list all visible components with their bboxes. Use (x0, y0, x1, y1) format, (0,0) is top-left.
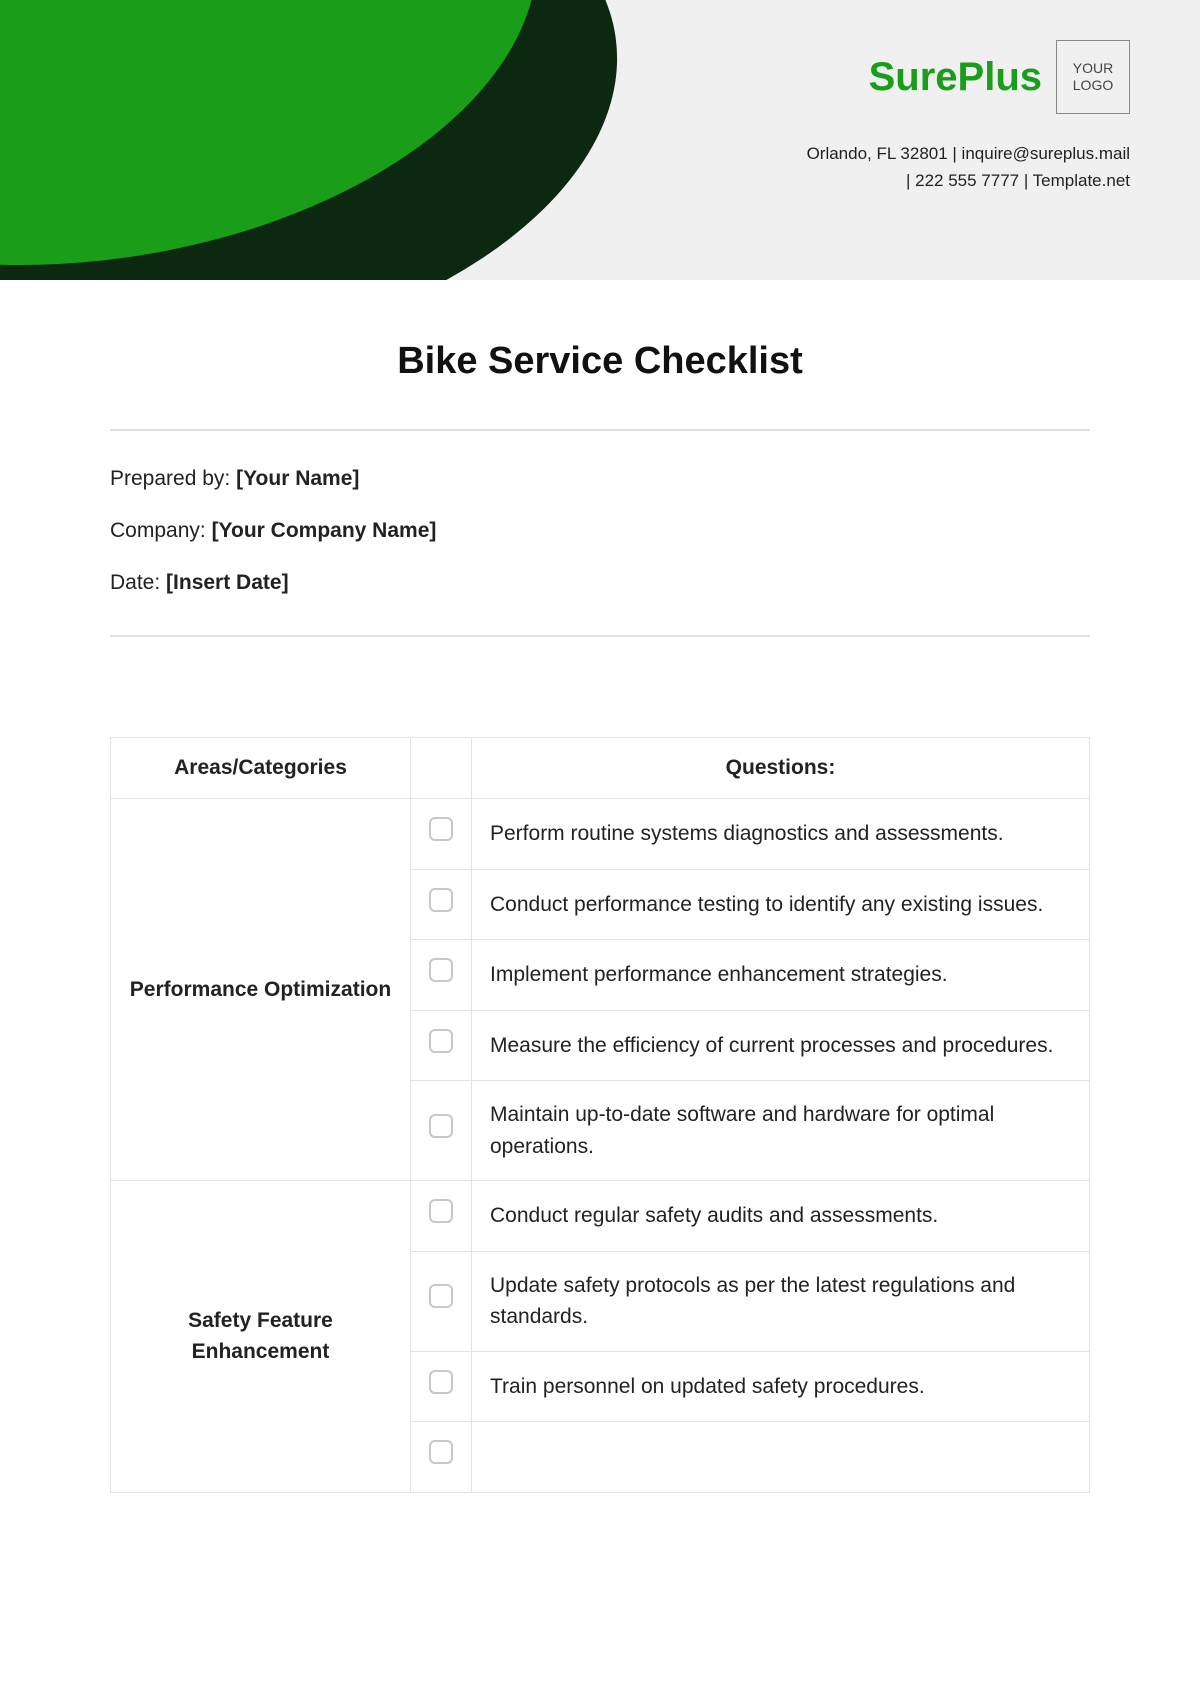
table-row: Safety Feature EnhancementConduct regula… (111, 1181, 1090, 1252)
checkbox[interactable] (429, 1114, 453, 1138)
contact-line-2: | 222 555 7777 | Template.net (807, 167, 1130, 194)
meta-date: Date: [Insert Date] (110, 571, 1090, 595)
col-header-areas: Areas/Categories (111, 738, 411, 799)
question-cell: Conduct performance testing to identify … (472, 869, 1090, 940)
question-cell: Conduct regular safety audits and assess… (472, 1181, 1090, 1252)
checkbox-cell (411, 940, 472, 1011)
question-cell: Train personnel on updated safety proced… (472, 1351, 1090, 1422)
divider-bottom (110, 635, 1090, 637)
logo-placeholder: YOUR LOGO (1056, 40, 1130, 114)
checkbox[interactable] (429, 1284, 453, 1308)
category-cell: Safety Feature Enhancement (111, 1181, 411, 1493)
content-area: Bike Service Checklist Prepared by: [You… (0, 280, 1200, 1493)
checkbox[interactable] (429, 1370, 453, 1394)
checkbox[interactable] (429, 817, 453, 841)
checklist-table: Areas/Categories Questions: Performance … (110, 737, 1090, 1493)
brand-name: SurePlus (869, 55, 1042, 100)
checklist-table-wrap: Areas/Categories Questions: Performance … (110, 737, 1090, 1493)
meta-company: Company: [Your Company Name] (110, 519, 1090, 543)
meta-prepared-value[interactable]: [Your Name] (236, 467, 359, 490)
checkbox[interactable] (429, 1029, 453, 1053)
checkbox-cell (411, 869, 472, 940)
header-right: SurePlus YOUR LOGO Orlando, FL 32801 | i… (807, 40, 1130, 194)
page-title: Bike Service Checklist (110, 340, 1090, 383)
category-cell: Performance Optimization (111, 799, 411, 1181)
checkbox-cell (411, 1010, 472, 1081)
checkbox[interactable] (429, 1440, 453, 1464)
meta-date-value[interactable]: [Insert Date] (166, 571, 289, 594)
meta-block: Prepared by: [Your Name] Company: [Your … (110, 431, 1090, 635)
meta-prepared: Prepared by: [Your Name] (110, 467, 1090, 491)
meta-company-value[interactable]: [Your Company Name] (212, 519, 437, 542)
meta-company-label: Company: (110, 519, 206, 542)
checkbox[interactable] (429, 958, 453, 982)
question-cell: Maintain up-to-date software and hardwar… (472, 1081, 1090, 1181)
brand-row: SurePlus YOUR LOGO (807, 40, 1130, 114)
question-cell (472, 1422, 1090, 1493)
checkbox-cell (411, 1181, 472, 1252)
meta-prepared-label: Prepared by: (110, 467, 230, 490)
checkbox[interactable] (429, 888, 453, 912)
checkbox-cell (411, 1081, 472, 1181)
checkbox-cell (411, 1422, 472, 1493)
contact-line-1: Orlando, FL 32801 | inquire@sureplus.mai… (807, 140, 1130, 167)
table-row: Performance OptimizationPerform routine … (111, 799, 1090, 870)
header-band: SurePlus YOUR LOGO Orlando, FL 32801 | i… (0, 0, 1200, 280)
checkbox-cell (411, 1351, 472, 1422)
question-cell: Update safety protocols as per the lates… (472, 1251, 1090, 1351)
question-cell: Perform routine systems diagnostics and … (472, 799, 1090, 870)
question-cell: Measure the efficiency of current proces… (472, 1010, 1090, 1081)
col-header-check (411, 738, 472, 799)
checkbox-cell (411, 1251, 472, 1351)
question-cell: Implement performance enhancement strate… (472, 940, 1090, 1011)
col-header-questions: Questions: (472, 738, 1090, 799)
checkbox-cell (411, 799, 472, 870)
meta-date-label: Date: (110, 571, 160, 594)
checkbox[interactable] (429, 1199, 453, 1223)
table-header-row: Areas/Categories Questions: (111, 738, 1090, 799)
